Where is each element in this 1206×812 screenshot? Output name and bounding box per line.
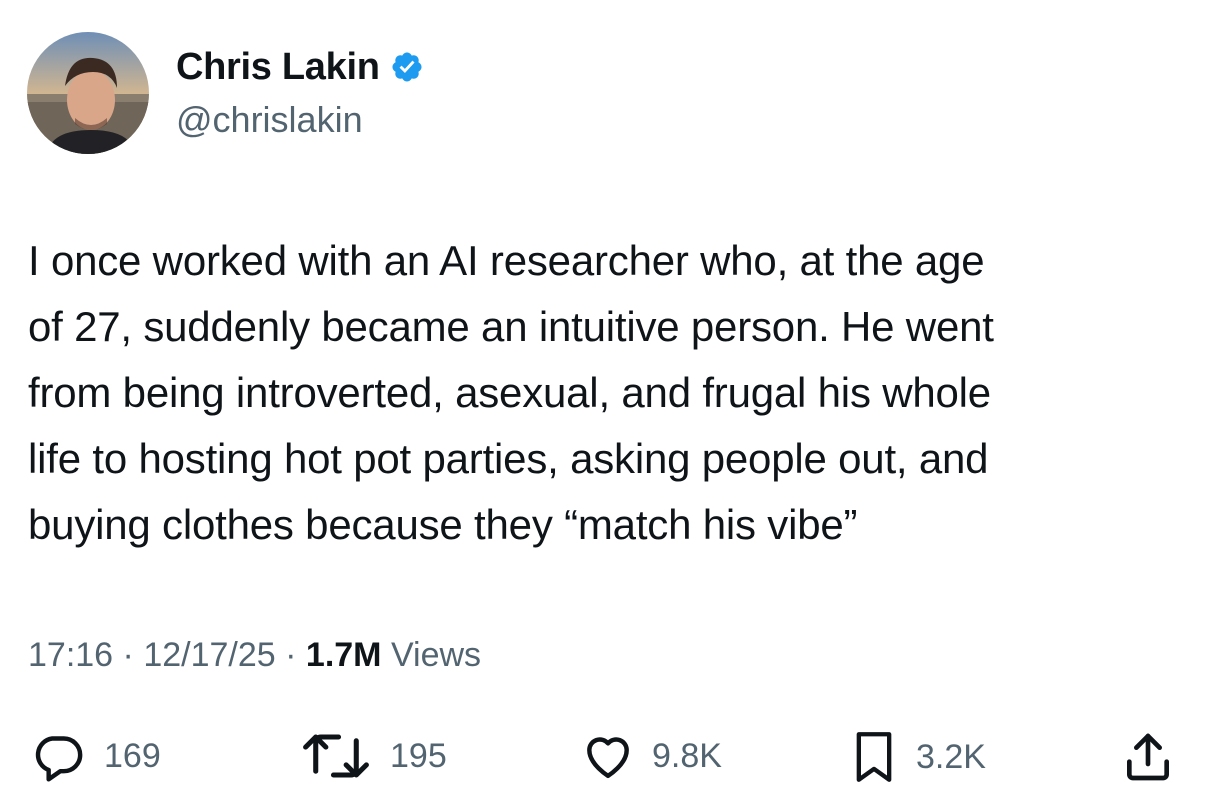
reply-icon xyxy=(35,736,83,782)
tweet-date[interactable]: 12/17/25 xyxy=(143,636,275,674)
share-icon xyxy=(1127,733,1169,781)
meta-separator: · xyxy=(122,636,134,674)
reply-count: 169 xyxy=(104,737,161,775)
bookmark-icon xyxy=(856,732,892,782)
author-name-row: Chris Lakin xyxy=(176,44,424,90)
verified-badge-icon xyxy=(392,52,422,82)
meta-separator: · xyxy=(285,636,297,674)
share-button[interactable] xyxy=(1120,728,1176,786)
repost-button[interactable]: 195 xyxy=(298,728,447,784)
author-display-name[interactable]: Chris Lakin xyxy=(176,44,380,90)
bookmark-button[interactable]: 3.2K xyxy=(848,728,986,786)
like-count: 9.8K xyxy=(652,737,722,775)
like-button[interactable]: 9.8K xyxy=(580,728,722,784)
reply-button[interactable]: 169 xyxy=(28,728,161,784)
heart-icon xyxy=(587,737,629,779)
repost-icon xyxy=(303,734,369,778)
repost-count: 195 xyxy=(390,737,447,775)
views-label: Views xyxy=(390,636,482,674)
views-count: 1.7M xyxy=(305,636,382,674)
avatar[interactable] xyxy=(27,32,149,154)
action-bar: 169 195 9.8K 3.2K xyxy=(0,722,1206,792)
author-handle[interactable]: @chrislakin xyxy=(176,98,363,142)
bookmark-count: 3.2K xyxy=(916,738,986,776)
tweet-time[interactable]: 17:16 xyxy=(28,636,113,674)
tweet-text: I once worked with an AI researcher who,… xyxy=(28,237,994,548)
tweet-meta: 17:16 · 12/17/25 · 1.7M Views xyxy=(28,632,481,678)
